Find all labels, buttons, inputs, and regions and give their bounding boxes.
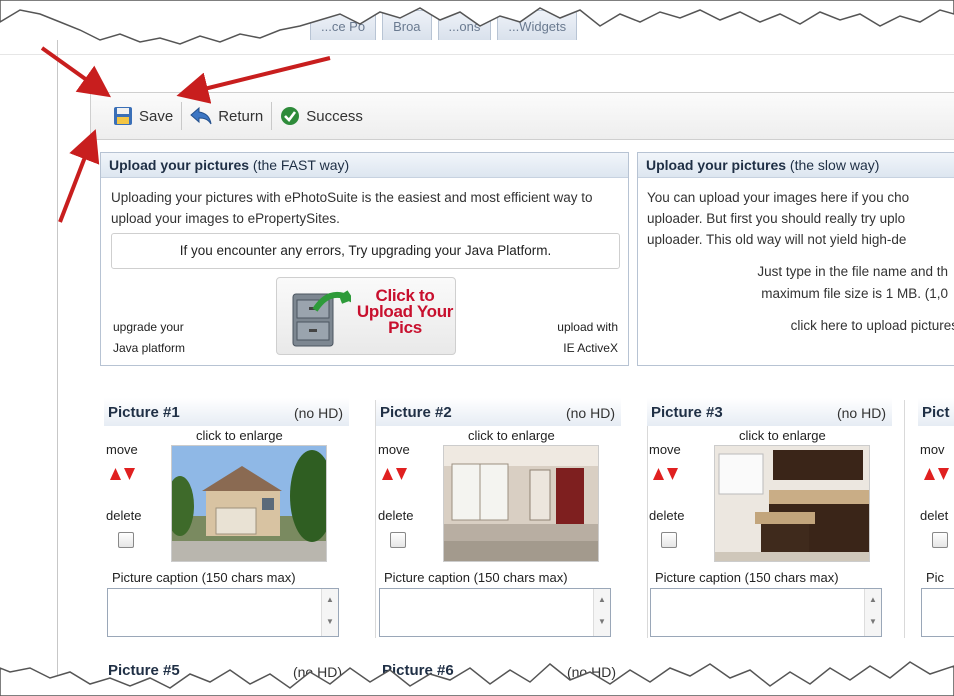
success-label: Success (306, 107, 363, 125)
frame-left-border (57, 40, 58, 680)
delete-label: delete (106, 508, 142, 523)
move-arrows[interactable] (924, 468, 949, 480)
move-label: move (106, 442, 138, 457)
picture-thumbnail[interactable] (171, 445, 327, 562)
move-arrows[interactable] (653, 468, 678, 480)
annotation-arrow (176, 56, 331, 104)
upload-pictures-link[interactable]: click here to upload pictures (638, 315, 954, 336)
move-down-icon[interactable] (396, 468, 407, 480)
delete-checkbox[interactable] (932, 532, 948, 548)
move-down-icon[interactable] (938, 468, 949, 480)
delete-label: delete (649, 508, 685, 523)
upload-pics-button[interactable]: Click to Upload Your Pics (276, 277, 456, 355)
success-button[interactable]: Success (272, 100, 371, 132)
move-down-icon[interactable] (124, 468, 135, 480)
textarea-scrollbar[interactable]: ▲ ▼ (321, 589, 338, 636)
return-arrow-icon (190, 106, 212, 126)
move-up-icon[interactable] (653, 468, 664, 480)
move-up-icon[interactable] (382, 468, 393, 480)
java-notice: If you encounter any errors, Try upgradi… (111, 233, 620, 269)
save-button[interactable]: Save (105, 100, 181, 132)
move-arrows[interactable] (110, 468, 135, 480)
textarea-scrollbar[interactable]: ▲ ▼ (864, 589, 881, 636)
caption-textarea[interactable] (921, 588, 954, 637)
caption-textarea[interactable]: ▲ ▼ (650, 588, 882, 637)
upload-fast-panel: Upload your pictures (the FAST way) Uplo… (100, 152, 629, 366)
delete-label: delete (378, 508, 414, 523)
picture-thumbnail[interactable] (443, 445, 599, 562)
slow-panel-instructions: Just type in the file name and th (757, 264, 948, 279)
save-icon (113, 106, 133, 126)
annotation-arrow (58, 129, 100, 223)
screenshot-canvas: ...ce Po Broa ...ons ...Widgets Save Ret… (0, 0, 954, 696)
caption-label: Pic (926, 570, 945, 585)
picture-title: Picture #2 (no HD) (376, 398, 621, 426)
activex-upload-link[interactable]: upload with IE ActiveX (557, 317, 618, 359)
return-button[interactable]: Return (182, 100, 271, 132)
caption-label: Picture caption (150 chars max) (112, 570, 296, 585)
checkmark-icon (280, 106, 300, 126)
move-up-icon[interactable] (924, 468, 935, 480)
delete-checkbox[interactable] (390, 532, 406, 548)
slow-panel-size-limit: maximum file size is 1 MB. (1,0 (761, 286, 948, 301)
upload-pics-label: Click to Upload Your Pics (356, 286, 454, 337)
caption-textarea[interactable]: ▲ ▼ (379, 588, 611, 637)
upload-slow-panel: Upload your pictures (the slow way) You … (637, 152, 954, 366)
caption-textarea[interactable]: ▲ ▼ (107, 588, 339, 637)
delete-checkbox[interactable] (661, 532, 677, 548)
picture-title: Picture #1 (no HD) (104, 398, 349, 426)
move-up-icon[interactable] (110, 468, 121, 480)
move-label: mov (920, 442, 945, 457)
save-label: Save (139, 107, 174, 125)
move-label: move (378, 442, 410, 457)
move-down-icon[interactable] (667, 468, 678, 480)
enlarge-label: click to enlarge (739, 428, 826, 443)
delete-checkbox[interactable] (118, 532, 134, 548)
header-divider (0, 54, 954, 55)
picture-thumbnail[interactable] (714, 445, 870, 562)
file-cabinet-icon (289, 288, 358, 353)
enlarge-label: click to enlarge (468, 428, 555, 443)
textarea-scrollbar[interactable]: ▲ ▼ (593, 589, 610, 636)
picture-title: Pict (918, 398, 954, 426)
move-arrows[interactable] (382, 468, 407, 480)
picture-card: Picture #1 (no HD) click to enlarge move … (104, 398, 376, 648)
enlarge-label: click to enlarge (196, 428, 283, 443)
fast-panel-text: Uploading your pictures with ePhotoSuite… (111, 190, 593, 226)
slow-panel-text: You can upload your images here if you c… (647, 190, 910, 247)
caption-label: Picture caption (150 chars max) (384, 570, 568, 585)
toolbar: Save Return Success (90, 92, 954, 140)
move-label: move (649, 442, 681, 457)
picture-card: Picture #3 (no HD) click to enlarge move … (647, 398, 905, 648)
picture-title: Picture #3 (no HD) (647, 398, 892, 426)
delete-label: delet (920, 508, 949, 523)
caption-label: Picture caption (150 chars max) (655, 570, 839, 585)
upgrade-java-link[interactable]: upgrade your Java platform (113, 317, 185, 359)
return-label: Return (218, 107, 264, 125)
picture-card: Picture #2 (no HD) click to enlarge move … (376, 398, 648, 648)
column-divider (904, 400, 905, 638)
fast-panel-title: Upload your pictures (the FAST way) (101, 153, 628, 178)
torn-edge-bottom (0, 661, 954, 696)
picture-card-partial: Pict mov delet Pic (904, 398, 954, 648)
torn-edge-top (0, 0, 954, 45)
slow-panel-title: Upload your pictures (the slow way) (638, 153, 954, 178)
